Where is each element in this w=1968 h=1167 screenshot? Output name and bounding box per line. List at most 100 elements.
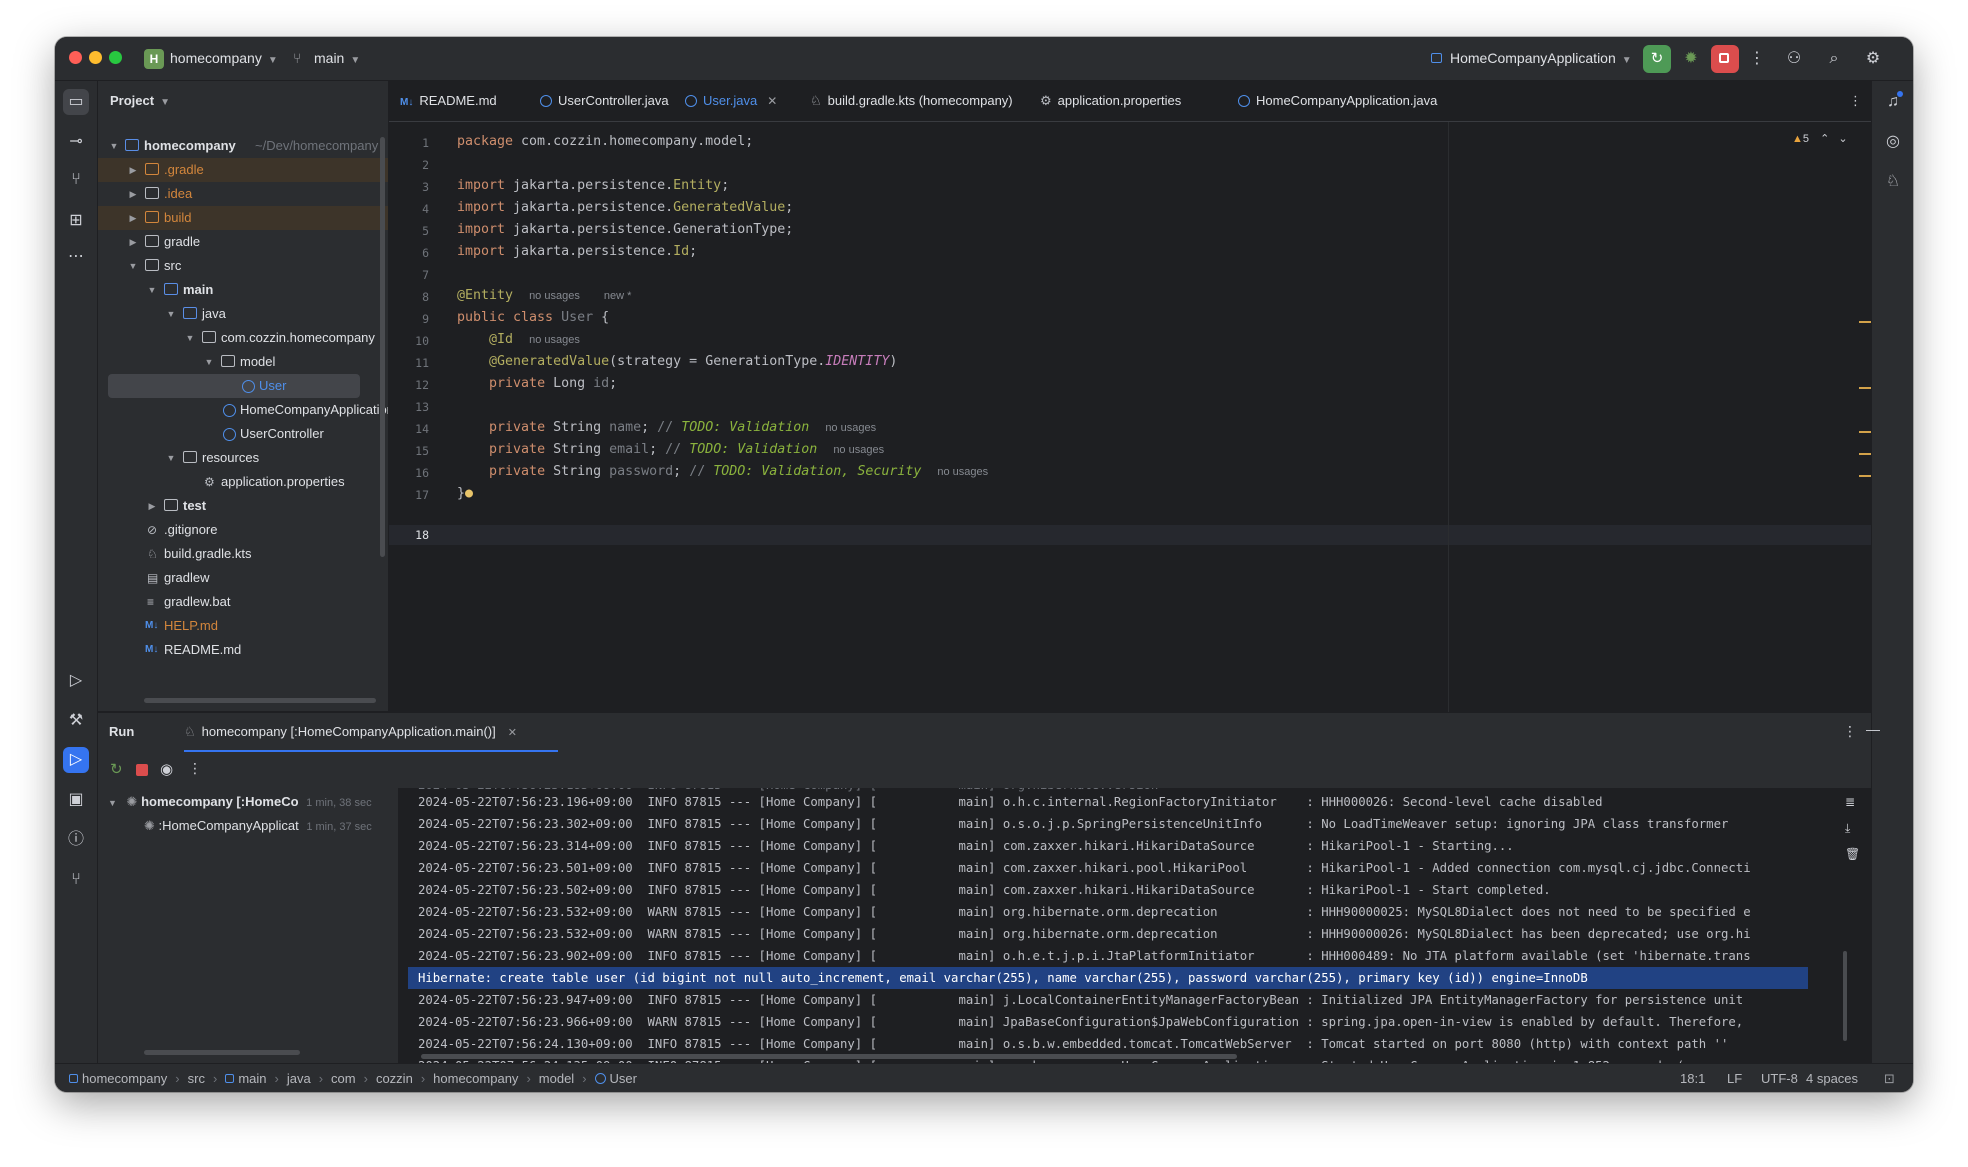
soft-wrap-icon[interactable]: ≣ <box>1845 795 1855 809</box>
tree-item-application-properties[interactable]: ⚙ application.properties <box>98 470 388 494</box>
breadcrumb-item[interactable]: model <box>539 1071 574 1086</box>
tree-item-build-gradle-kts[interactable]: ♘ build.gradle.kts <box>98 542 388 566</box>
tree-item-readme-md[interactable]: M↓ README.md <box>98 638 388 662</box>
more-actions-icon[interactable]: ⋮ <box>1745 47 1769 71</box>
tab-options-icon[interactable]: ⋮ <box>1849 81 1862 121</box>
git-icon[interactable]: ⑂ <box>63 867 89 893</box>
scroll-to-end-icon[interactable]: ⤓ <box>1845 821 1850 836</box>
run-config-selector[interactable]: HomeCompanyApplication ▼ <box>1450 50 1632 66</box>
console-vertical-scrollbar[interactable] <box>1843 951 1847 1041</box>
project-panel-title[interactable]: Project ▼ <box>110 93 170 108</box>
tree-item-test[interactable]: ▶ test <box>98 494 388 518</box>
zoom-window-button[interactable] <box>109 51 122 64</box>
debug-icon[interactable]: ✹ <box>1679 47 1703 71</box>
run-tab-homecompany[interactable]: ♘ homecompany [:HomeCompanyApplication.ma… <box>184 724 517 740</box>
warning-stripe-mark[interactable] <box>1859 475 1871 477</box>
tree-item-user-selected[interactable]: User <box>108 374 360 398</box>
project-folder-icon[interactable]: ▭ <box>63 89 89 115</box>
add-user-icon[interactable]: ⚇ <box>1782 47 1806 71</box>
tab-readme[interactable]: M↓ README.md <box>400 81 497 121</box>
code-editor[interactable]: 1 2 3 4 5 6 7 8 9 10 11 12 13 14 15 16 1… <box>389 122 1871 712</box>
tree-item-gradlew[interactable]: ▤ gradlew <box>98 566 388 590</box>
stop-icon[interactable] <box>136 764 148 776</box>
stop-button[interactable] <box>1711 45 1739 73</box>
horizontal-scrollbar[interactable] <box>144 1050 300 1055</box>
warning-stripe-mark[interactable] <box>1859 453 1871 455</box>
breadcrumb-item[interactable]: java <box>287 1071 311 1086</box>
settings-gear-icon[interactable]: ⚙ <box>1861 47 1885 71</box>
hide-panel-icon[interactable]: — <box>1866 721 1880 737</box>
indent-setting[interactable]: 4 spaces <box>1806 1071 1858 1086</box>
commit-icon[interactable]: ⊸ <box>63 129 89 155</box>
warning-stripe-mark[interactable] <box>1859 321 1871 323</box>
clear-console-trash-icon[interactable]: 🗑 <box>1845 847 1860 861</box>
tree-item-homecompanyapplication[interactable]: HomeCompanyApplication <box>98 398 388 422</box>
tree-item-gradle-dir[interactable]: ▶ .gradle <box>98 158 388 182</box>
rerun-button[interactable]: ↻ <box>1643 45 1671 73</box>
breadcrumb-item[interactable]: src <box>188 1071 205 1086</box>
run-tool-icon[interactable]: ▷ <box>63 747 89 773</box>
tab-usercontroller[interactable]: UserController.java <box>540 81 669 121</box>
terminal-icon[interactable]: ▣ <box>63 787 89 813</box>
current-line-highlight <box>389 525 1871 545</box>
minimize-window-button[interactable] <box>89 51 102 64</box>
breadcrumb-item[interactable]: com <box>331 1071 356 1086</box>
tab-application-properties[interactable]: ⚙ application.properties <box>1040 81 1181 121</box>
horizontal-scrollbar[interactable] <box>144 698 376 703</box>
tree-item-idea[interactable]: ▶ .idea <box>98 182 388 206</box>
gradle-icon[interactable]: ♘ <box>1880 169 1906 195</box>
tree-item-src[interactable]: ▼ src <box>98 254 388 278</box>
panel-options-icon[interactable]: ⋮ <box>1843 723 1857 740</box>
tree-item-main[interactable]: ▼ main <box>98 278 388 302</box>
console-horizontal-scrollbar[interactable] <box>421 1054 1237 1059</box>
pull-request-icon[interactable]: ⑂ <box>63 167 89 193</box>
tree-item-usercontroller[interactable]: UserController <box>98 422 388 446</box>
tree-item-label: gradlew <box>164 570 210 585</box>
file-encoding[interactable]: UTF-8 <box>1761 1071 1798 1086</box>
eye-icon[interactable]: ◉ <box>160 760 173 778</box>
cursor-position[interactable]: 18:1 <box>1680 1071 1705 1086</box>
warning-stripe-mark[interactable] <box>1859 431 1871 433</box>
problems-icon[interactable]: ⓘ <box>63 827 89 853</box>
structure-icon[interactable]: ⊞ <box>63 208 89 234</box>
tab-user-java-active[interactable]: User.java ✕ <box>685 81 777 121</box>
breadcrumb-item[interactable]: User <box>610 1071 637 1086</box>
run-tree-child[interactable]: ✺ :HomeCompanyApplicat 1 min, 37 sec <box>144 818 372 834</box>
tree-item-java[interactable]: ▼ java <box>98 302 388 326</box>
branch-selector[interactable]: main ▼ <box>314 50 360 66</box>
project-selector[interactable]: homecompany ▼ <box>170 50 278 66</box>
tab-homecompanyapplication[interactable]: HomeCompanyApplication.java <box>1238 81 1437 121</box>
console-output[interactable]: 2024-05-22T07:56:23.185+09:00 INFO 87815… <box>408 788 1856 1063</box>
build-hammer-icon[interactable]: ⚒ <box>63 708 89 734</box>
vertical-scrollbar[interactable] <box>380 137 385 557</box>
tree-item-gradle[interactable]: ▶ gradle <box>98 230 388 254</box>
tree-item-build[interactable]: ▶ build <box>98 206 388 230</box>
close-tab-icon[interactable]: ✕ <box>767 94 777 108</box>
breadcrumb-item[interactable]: homecompany <box>433 1071 518 1086</box>
breadcrumb-item[interactable]: homecompany <box>82 1071 167 1086</box>
lightbulb-icon[interactable]: ● <box>465 486 473 501</box>
close-tab-icon[interactable]: ✕ <box>508 727 517 739</box>
close-window-button[interactable] <box>69 51 82 64</box>
tree-item-resources[interactable]: ▼ resources <box>98 446 388 470</box>
more-actions-icon[interactable]: ⋮ <box>188 760 202 777</box>
tab-build-gradle[interactable]: ♘ build.gradle.kts (homecompany) <box>810 81 1013 121</box>
more-tools-icon[interactable]: ⋯ <box>63 244 89 270</box>
breadcrumb-item[interactable]: cozzin <box>376 1071 413 1086</box>
line-separator[interactable]: LF <box>1727 1071 1742 1086</box>
warning-stripe-mark[interactable] <box>1859 387 1871 389</box>
rerun-icon[interactable]: ↻ <box>110 760 123 778</box>
tree-root[interactable]: ▼ homecompany ~/Dev/homecompany <box>98 134 388 158</box>
tree-item-package[interactable]: ▼ com.cozzin.homecompany <box>98 326 388 350</box>
tree-item-help-md[interactable]: M↓ HELP.md <box>98 614 388 638</box>
search-icon[interactable]: ⌕ <box>1822 47 1846 71</box>
tree-item-gitignore[interactable]: ⊘ .gitignore <box>98 518 388 542</box>
services-icon[interactable]: ▷ <box>63 668 89 694</box>
inspection-widget[interactable]: ▲5 ⌃ ⌄ <box>1792 132 1848 145</box>
run-tree-root[interactable]: ▼ ✺ homecompany [:HomeCo 1 min, 38 sec <box>108 794 372 810</box>
breadcrumb-item[interactable]: main <box>238 1071 266 1086</box>
tree-item-model[interactable]: ▼ model <box>98 350 388 374</box>
lock-icon[interactable]: ⊡ <box>1884 1071 1895 1087</box>
tree-item-gradlew-bat[interactable]: ≡ gradlew.bat <box>98 590 388 614</box>
ai-assistant-icon[interactable]: ◎ <box>1880 129 1906 155</box>
